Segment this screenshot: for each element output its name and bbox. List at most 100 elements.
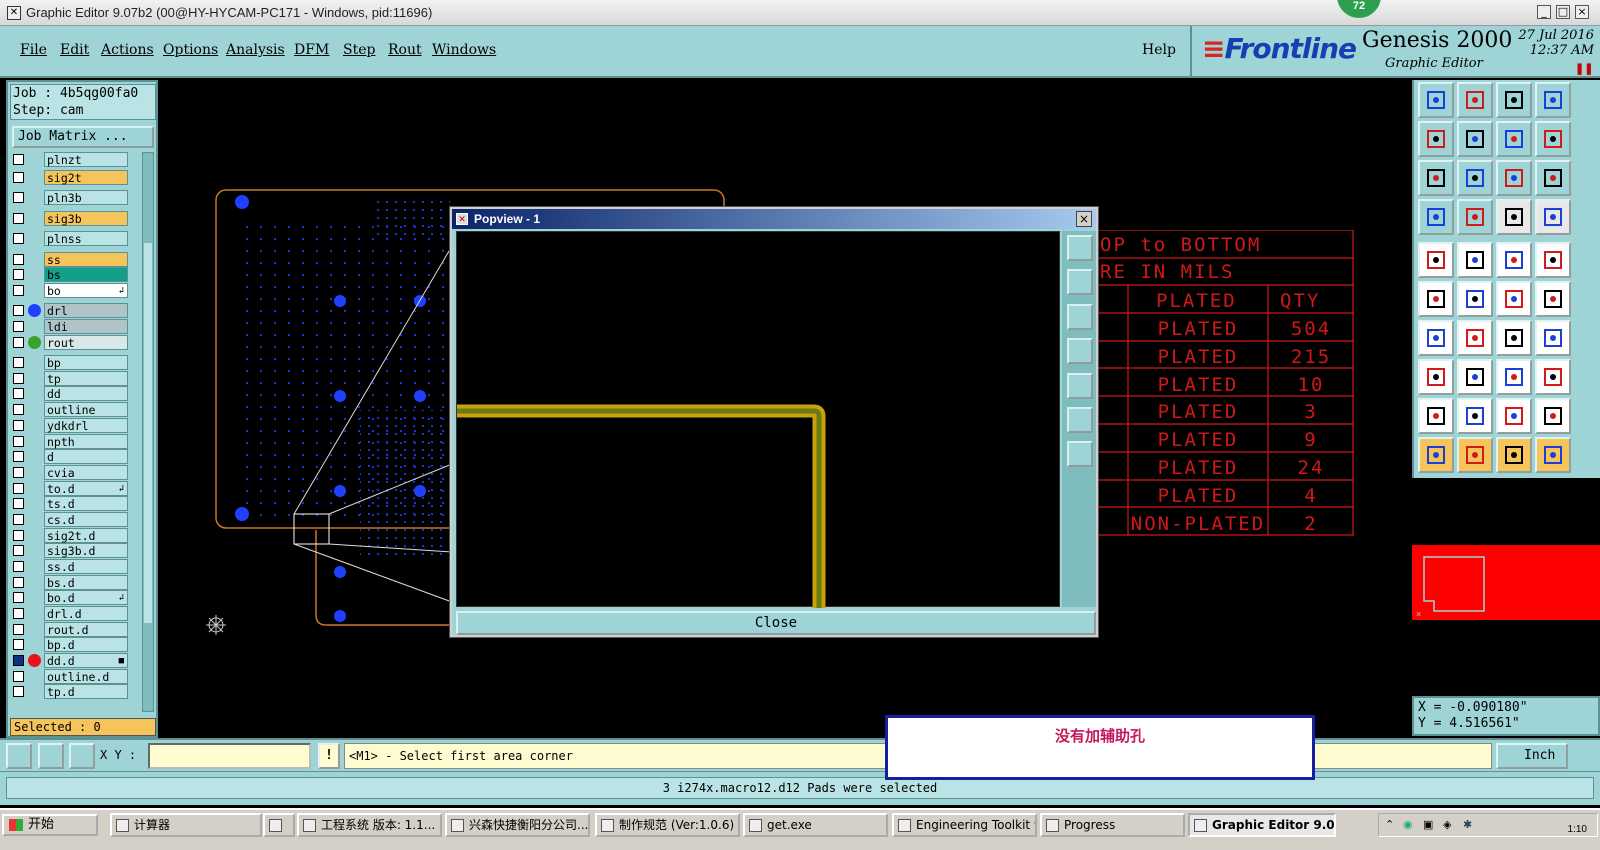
- layer-row[interactable]: drl: [10, 303, 128, 318]
- layer-name[interactable]: sig2t: [44, 170, 128, 185]
- layer-name[interactable]: tp: [44, 371, 128, 386]
- taskbar-item[interactable]: Engineering Toolkit 9.0...: [892, 813, 1037, 837]
- layer-row[interactable]: tp: [10, 371, 128, 386]
- angle-line-icon[interactable]: [1418, 320, 1454, 356]
- layer-name[interactable]: ldi: [44, 319, 128, 334]
- layer-row[interactable]: d: [10, 449, 128, 464]
- layer-row[interactable]: sig2t.d: [10, 528, 128, 543]
- layer-row[interactable]: rout.d: [10, 622, 128, 637]
- open-layer-icon[interactable]: [1418, 82, 1454, 118]
- layer-row[interactable]: rout: [10, 335, 128, 350]
- layer-checkbox[interactable]: [13, 577, 24, 588]
- layer-checkbox[interactable]: [13, 608, 24, 619]
- layer-name[interactable]: npth: [44, 434, 128, 449]
- layer-name[interactable]: d: [44, 449, 128, 464]
- layer-row[interactable]: bo.d ↲: [10, 590, 128, 605]
- close-window-button[interactable]: ×: [1575, 5, 1589, 19]
- layer-row[interactable]: to.d ↲: [10, 481, 128, 496]
- help-icon[interactable]: [1535, 160, 1571, 196]
- layer-checkbox[interactable]: [13, 172, 24, 183]
- menu-dfm[interactable]: DFM: [294, 42, 329, 58]
- layer-row[interactable]: sig2t: [10, 170, 128, 185]
- layer-checkbox[interactable]: [13, 655, 24, 666]
- layer-row[interactable]: bp: [10, 355, 128, 370]
- layer-row[interactable]: ts.d: [10, 496, 128, 511]
- layer-row[interactable]: plnss: [10, 231, 128, 246]
- layer-checkbox[interactable]: [13, 671, 24, 682]
- layer-name[interactable]: bp.d: [44, 637, 128, 652]
- layer-row[interactable]: ss: [10, 252, 128, 267]
- layer-checkbox[interactable]: [13, 404, 24, 415]
- layer-name[interactable]: bs: [44, 267, 128, 282]
- zoom-ratio-icon[interactable]: [1496, 160, 1532, 196]
- layer-row[interactable]: npth: [10, 434, 128, 449]
- layer-checkbox[interactable]: [13, 545, 24, 556]
- taskbar-item[interactable]: 兴森快捷衡阳分公司...: [445, 813, 590, 837]
- delete-icon[interactable]: [1457, 281, 1493, 317]
- add-pad-icon[interactable]: [1418, 242, 1454, 278]
- popview-zoom-in-button[interactable]: [1067, 441, 1093, 467]
- layer-row[interactable]: dd: [10, 386, 128, 401]
- layer-checkbox[interactable]: [13, 192, 24, 203]
- layer-checkbox[interactable]: [13, 530, 24, 541]
- layer-name[interactable]: dd.d ■: [44, 653, 128, 668]
- layer-name[interactable]: sig2t.d: [44, 528, 128, 543]
- units-select[interactable]: Inch ▬: [1496, 743, 1568, 785]
- snap-grid-icon[interactable]: [6, 743, 32, 769]
- layer-name[interactable]: ydkdrl: [44, 418, 128, 433]
- layer-checkbox[interactable]: [13, 373, 24, 384]
- layer-name[interactable]: to.d ↲: [44, 481, 128, 496]
- home-icon[interactable]: [1496, 82, 1532, 118]
- layer-row[interactable]: bs.d: [10, 575, 128, 590]
- layer-checkbox[interactable]: [13, 233, 24, 244]
- measure-icon[interactable]: [1496, 242, 1532, 278]
- menu-rout[interactable]: Rout: [388, 42, 422, 58]
- layer-row[interactable]: bs: [10, 267, 128, 282]
- scrollbar-thumb[interactable]: [144, 243, 152, 623]
- popview-pan-right-button[interactable]: [1067, 373, 1093, 399]
- layer-scrollbar[interactable]: [142, 152, 154, 712]
- grid-icon[interactable]: [1457, 199, 1493, 235]
- layer-name[interactable]: rout: [44, 335, 128, 350]
- menu-windows[interactable]: Windows: [432, 42, 496, 58]
- xy-input[interactable]: [148, 743, 311, 769]
- layer-name[interactable]: ss: [44, 252, 128, 267]
- layer-name[interactable]: pln3b: [44, 190, 128, 205]
- menu-step[interactable]: Step: [343, 42, 375, 58]
- tray-volume-icon[interactable]: ◈: [1443, 818, 1451, 831]
- layer-row[interactable]: bp.d: [10, 637, 128, 652]
- connect-icon[interactable]: [1418, 281, 1454, 317]
- layer-name[interactable]: dd: [44, 386, 128, 401]
- layer-checkbox[interactable]: [13, 498, 24, 509]
- layer-row[interactable]: sig3b.d: [10, 543, 128, 558]
- layer-checkbox[interactable]: [13, 436, 24, 447]
- layer-checkbox[interactable]: [13, 639, 24, 650]
- net-icon[interactable]: [1535, 437, 1571, 473]
- layer-row[interactable]: cs.d: [10, 512, 128, 527]
- layer-name[interactable]: outline: [44, 402, 128, 417]
- snap-center-icon[interactable]: [69, 743, 95, 769]
- cut-line-icon[interactable]: [1457, 359, 1493, 395]
- layer-row[interactable]: tp.d: [10, 684, 128, 699]
- angle-icon[interactable]: [1496, 398, 1532, 434]
- maximize-button[interactable]: □: [1556, 5, 1570, 19]
- input-confirm-button[interactable]: !: [318, 743, 340, 769]
- display-options-icon[interactable]: [1418, 199, 1454, 235]
- layer-checkbox[interactable]: [13, 451, 24, 462]
- mirror-icon[interactable]: [1535, 320, 1571, 356]
- menu-analysis[interactable]: Analysis: [226, 42, 285, 58]
- layer-color-icon[interactable]: [1496, 199, 1532, 235]
- layer-checkbox[interactable]: [13, 624, 24, 635]
- tray-network-icon[interactable]: ▣: [1423, 818, 1433, 831]
- redraw-icon[interactable]: [1535, 121, 1571, 157]
- layer-name[interactable]: cvia: [44, 465, 128, 480]
- add-line-icon[interactable]: [1457, 242, 1493, 278]
- layer-checkbox[interactable]: [13, 154, 24, 165]
- pan-left-icon[interactable]: [1418, 121, 1454, 157]
- popview-pan-left-button[interactable]: [1067, 338, 1093, 364]
- layer-name[interactable]: sig3b: [44, 211, 128, 226]
- menu-options[interactable]: Options: [163, 42, 218, 58]
- copy-icon[interactable]: [1535, 281, 1571, 317]
- menu-actions[interactable]: Actions: [101, 42, 154, 58]
- layer-row[interactable]: ldi: [10, 319, 128, 334]
